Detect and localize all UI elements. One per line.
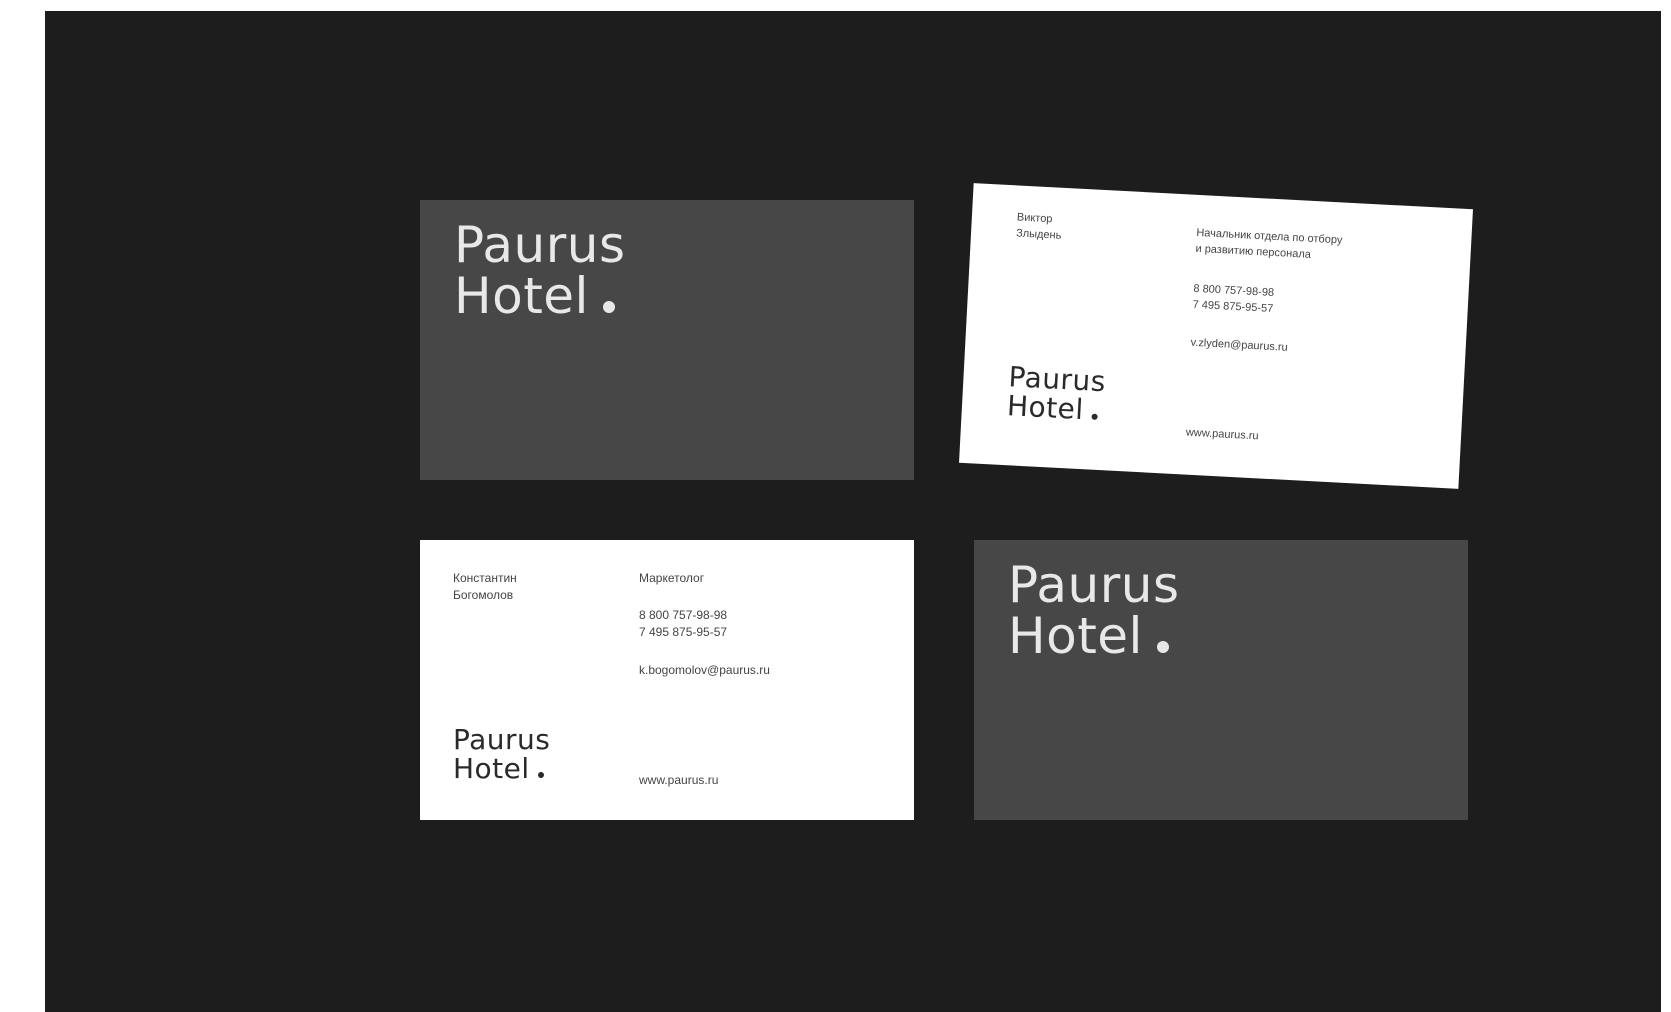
phone-2: 7 495 875-95-57 [639,625,728,639]
paurus-hotel-logo: Paurus Hotel [454,220,626,322]
logo-dot-icon [602,301,615,313]
paurus-hotel-logo: Paurus Hotel [1006,360,1106,426]
employee-position: Начальник отдела по отбору и развитию пе… [1195,225,1343,265]
paurus-hotel-logo: Paurus Hotel [453,723,551,784]
business-card-back-tilted: Виктор Злыдень Начальник отдела по отбор… [959,183,1473,489]
logo-line-2: Hotel [454,271,626,322]
logo-line-2: Hotel [1008,611,1180,662]
business-card-front-bottom: Paurus Hotel [974,540,1468,820]
phone-2: 7 495 875-95-57 [1192,298,1274,315]
logo-line-2: Hotel [453,754,550,784]
phone-numbers: 8 800 757-98-98 7 495 875-95-57 [1192,281,1274,317]
logo-line-2: Hotel [1006,389,1105,426]
logo-line-1: Paurus [1008,556,1180,614]
name-line-1: Константин [453,571,517,585]
phone-numbers: 8 800 757-98-98 7 495 875-95-57 [639,607,727,641]
website-url: www.paurus.ru [1185,426,1259,443]
employee-position: Маркетолог [639,571,705,585]
email-address: v.zlyden@paurus.ru [1190,336,1288,354]
business-card-back: Константин Богомолов Маркетолог 8 800 75… [420,540,914,820]
logo-line-1: Paurus [453,723,551,756]
name-line-2: Богомолов [453,588,514,602]
phone-1: 8 800 757-98-98 [639,608,728,622]
name-line-2: Злыдень [1015,227,1062,242]
logo-dot-icon [1156,641,1169,653]
employee-name: Виктор Злыдень [1016,209,1063,243]
logo-line-1: Paurus [454,216,626,274]
business-card-front-top: Paurus Hotel [420,200,914,480]
logo-dot-icon [537,771,544,778]
website-url: www.paurus.ru [639,773,719,787]
employee-name: Константин Богомолов [453,570,517,604]
paurus-hotel-logo: Paurus Hotel [1008,560,1180,662]
email-address: k.bogomolov@paurus.ru [639,663,770,677]
logo-dot-icon [1091,413,1098,420]
mockup-background: Paurus Hotel Виктор Злыдень Начальник от… [45,11,1661,1012]
